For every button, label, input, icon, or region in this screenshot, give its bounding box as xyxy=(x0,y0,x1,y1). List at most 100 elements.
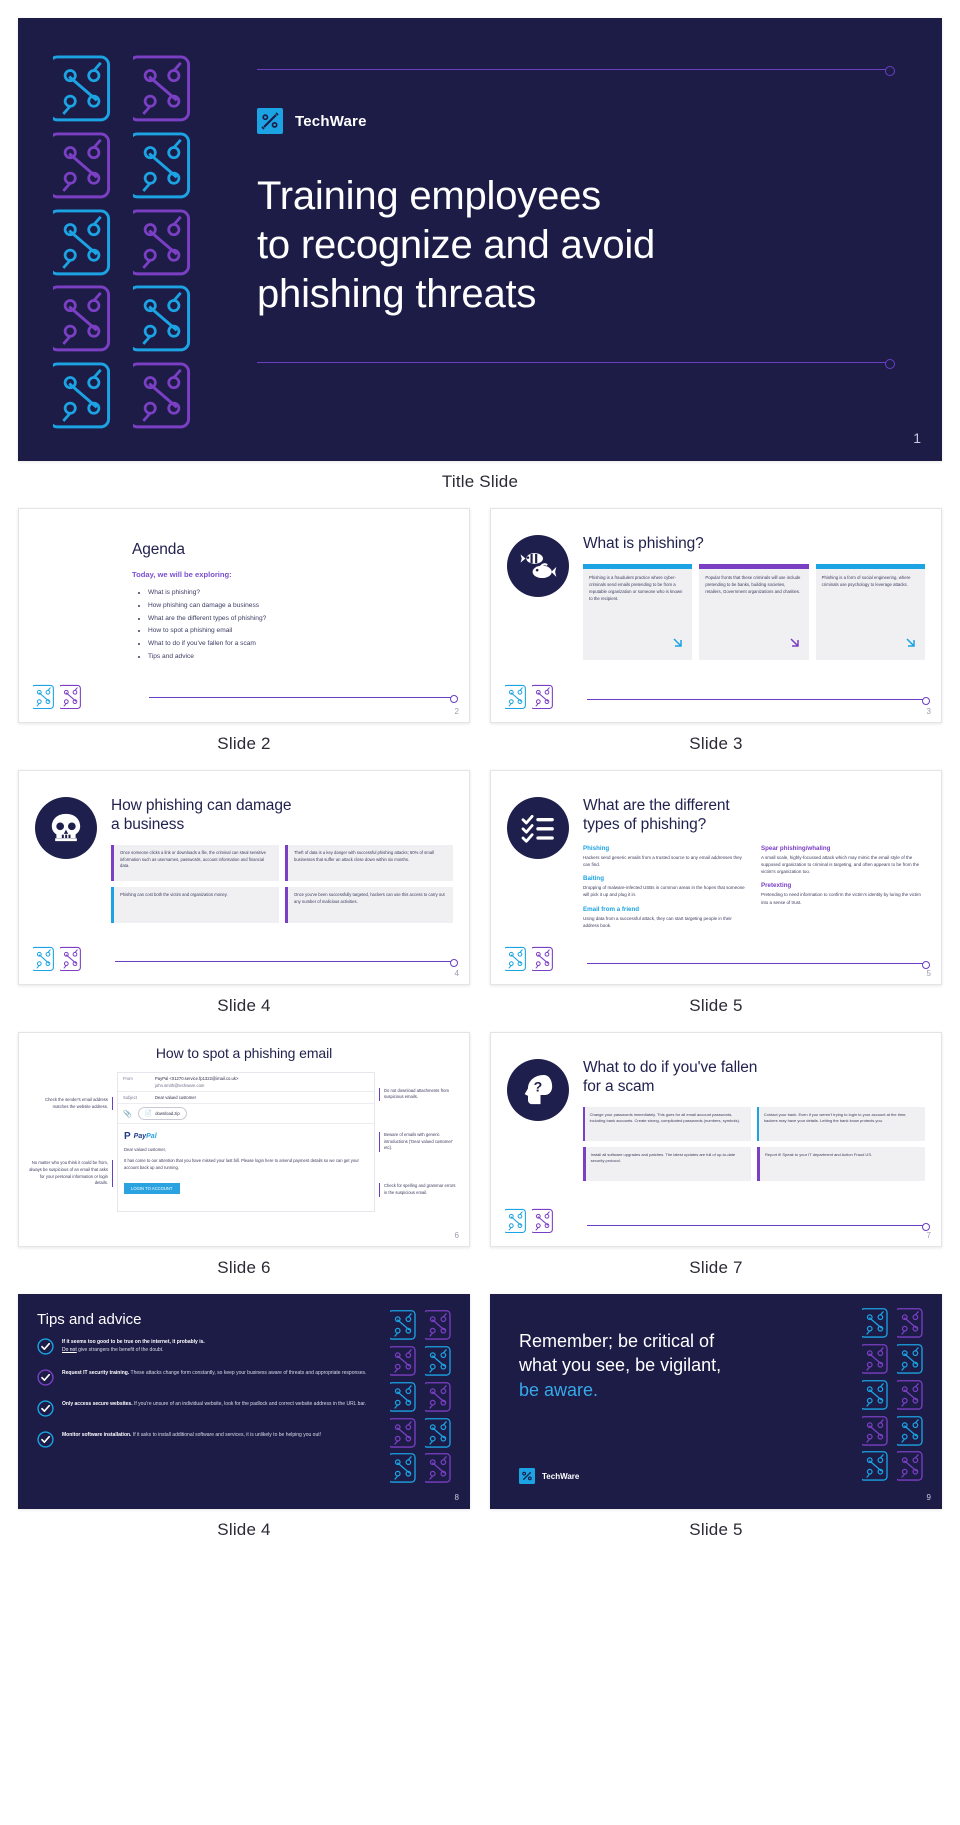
page-title: Tips and advice xyxy=(37,1311,142,1328)
paperclip-icon: 📎 xyxy=(123,1110,132,1118)
term-body: A small scale, highly-focussed attack wh… xyxy=(761,854,920,875)
term-block: Spear phishing/whaling A small scale, hig… xyxy=(761,845,925,876)
circuit-icon xyxy=(48,207,125,278)
annotation-connector xyxy=(112,1160,113,1188)
accent-rule xyxy=(587,960,930,969)
zip-file-icon: 📄 xyxy=(144,1111,153,1118)
circuit-icon xyxy=(128,360,205,431)
caption-slide-2: Slide 2 xyxy=(217,734,271,753)
slide-5-types[interactable]: What are the different types of phishing… xyxy=(490,770,942,985)
term-block: Phishing Hackers send generic emails from… xyxy=(583,845,747,868)
arrow-down-right-icon xyxy=(903,635,919,656)
slide-number: 7 xyxy=(926,1231,931,1240)
circuit-icon xyxy=(48,360,125,431)
circuit-icon-purple xyxy=(58,684,82,710)
tip-text: Request IT security training. These atta… xyxy=(62,1370,367,1376)
highlight-line: be aware. xyxy=(519,1379,599,1400)
check-circle-icon xyxy=(37,1369,54,1391)
tip-text: Monitor software installation. If it ask… xyxy=(62,1432,321,1438)
slide-1-title[interactable]: TechWare Training employees to recognize… xyxy=(18,18,942,461)
page-title: What is phishing? xyxy=(583,535,704,552)
info-card: Phishing is a form of social engineering… xyxy=(815,563,925,660)
tip-text: Only access secure websites. If you're u… xyxy=(62,1401,367,1407)
check-circle-icon xyxy=(37,1338,54,1360)
login-to-account-button[interactable]: LOGIN TO ACCOUNT xyxy=(124,1183,180,1195)
circuit-icon xyxy=(894,1307,927,1339)
slide-gallery: TechWare Training employees to recognize… xyxy=(0,0,960,1556)
checklist-icon xyxy=(507,797,569,859)
slide-9-remember[interactable]: Remember; be critical of what you see, b… xyxy=(490,1294,942,1509)
info-card: Change your passwords immediately. This … xyxy=(583,1106,751,1141)
slide-8-tips[interactable]: Tips and advice If it seems too good to … xyxy=(18,1294,470,1509)
term-block: Baiting Dropping of malware-infected USBs… xyxy=(583,875,747,898)
info-card: Theft of data is a key danger with succe… xyxy=(285,844,453,881)
accent-rule xyxy=(149,694,458,703)
brand-name: TechWare xyxy=(542,1471,580,1481)
from-label: From xyxy=(123,1076,133,1082)
subject-label: Subject xyxy=(123,1095,137,1101)
accent-rule xyxy=(587,696,930,705)
arrow-down-right-icon xyxy=(787,635,803,656)
svg-text:?: ? xyxy=(534,1080,543,1096)
slide-7-fallen-for-scam[interactable]: ? What to do if you've fallen for a scam… xyxy=(490,1032,942,1247)
tip-text: If it seems too good to be true on the i… xyxy=(62,1339,205,1353)
slide-3-what-is-phishing[interactable]: What is phishing? Phishing is a fraudule… xyxy=(490,508,942,723)
term-body: Dropping of malware-infected USBs in com… xyxy=(583,885,745,898)
slide-number: 5 xyxy=(926,969,931,978)
info-card-group: Phishing is a fraudulent practice where … xyxy=(583,563,925,660)
info-card-group: Change your passwords immediately. This … xyxy=(583,1106,925,1181)
annotation-connector xyxy=(379,1087,380,1101)
agenda-item: How to spot a phishing email xyxy=(148,625,453,638)
caption-slide-3: Slide 3 xyxy=(689,734,743,753)
agenda-item: Tips and advice xyxy=(148,651,453,664)
agenda-subtitle: Today, we will be exploring: xyxy=(132,569,232,579)
slide-number: 6 xyxy=(454,1231,459,1240)
email-body-text: It has come to our attention that you ha… xyxy=(124,1157,359,1170)
page-title: Agenda xyxy=(132,541,185,558)
agenda-item: What to do if you've fallen for a scam xyxy=(148,638,453,651)
caption-slide-6: Slide 6 xyxy=(217,1258,271,1277)
slide-4-damage[interactable]: How phishing can damage a business Once … xyxy=(18,770,470,985)
info-card: Once someone clicks a link or downloads … xyxy=(111,844,279,881)
page-title: How to spot a phishing email xyxy=(155,1045,333,1061)
circuit-icon xyxy=(128,207,205,278)
caption-slide-4: Slide 4 xyxy=(217,996,271,1015)
info-card: Contact your bank. Even if you weren't t… xyxy=(757,1106,925,1141)
caption-slide-8: Slide 4 xyxy=(217,1520,271,1539)
email-mockup[interactable]: From PayPal <01270.service.fp1322@imail.… xyxy=(117,1072,375,1213)
circuit-icon xyxy=(894,1379,927,1411)
circuit-icon xyxy=(859,1450,892,1482)
term-title: Phishing xyxy=(583,844,610,852)
circuit-icon xyxy=(128,53,205,124)
info-card-group: Once someone clicks a link or downloads … xyxy=(111,844,453,923)
email-body: P PayPal Dear valued customer, It has co… xyxy=(118,1124,374,1201)
term-body: Pretending to need information to confir… xyxy=(761,892,921,905)
circuit-icon xyxy=(422,1452,455,1484)
circuit-icon xyxy=(128,130,205,201)
circuit-icon xyxy=(422,1381,455,1413)
email-attachment-row[interactable]: 📎 📄 download.zip xyxy=(118,1104,374,1125)
slide-6-spot-email[interactable]: How to spot a phishing email Check the s… xyxy=(18,1032,470,1247)
circuit-icon xyxy=(387,1309,420,1341)
circuit-icon xyxy=(422,1345,455,1377)
chip-wall xyxy=(387,1309,455,1484)
term-column-left: Phishing Hackers send generic emails from… xyxy=(583,845,747,936)
info-card: Phishing can cost both the victim and or… xyxy=(111,886,279,923)
info-card: Phishing is a fraudulent practice where … xyxy=(583,563,693,660)
annotation-connector xyxy=(112,1097,113,1111)
accent-rule xyxy=(115,958,458,967)
circuit-icon-purple xyxy=(530,946,554,972)
info-card: Install all software upgrades and patche… xyxy=(583,1146,751,1181)
slide-2-agenda[interactable]: Agenda Today, we will be exploring: What… xyxy=(18,508,470,723)
page-title: Remember; be critical of what you see, b… xyxy=(519,1329,913,1402)
circuit-icon-purple xyxy=(530,1208,554,1234)
caption-slide-1: Title Slide xyxy=(441,472,519,491)
paypal-logo: P PayPal xyxy=(124,1131,157,1143)
annotation-connector xyxy=(379,1183,380,1197)
page-title: What to do if you've fallen for a scam xyxy=(583,1059,758,1095)
from-value: PayPal <01270.service.fp1322@imail.co.uk… xyxy=(155,1076,239,1082)
email-greeting: Dear valued customer, xyxy=(124,1147,166,1153)
info-card: Once you've been successfully targeted, … xyxy=(285,886,453,923)
brand-lockup: TechWare xyxy=(519,1468,579,1484)
accent-rule xyxy=(587,1222,930,1231)
